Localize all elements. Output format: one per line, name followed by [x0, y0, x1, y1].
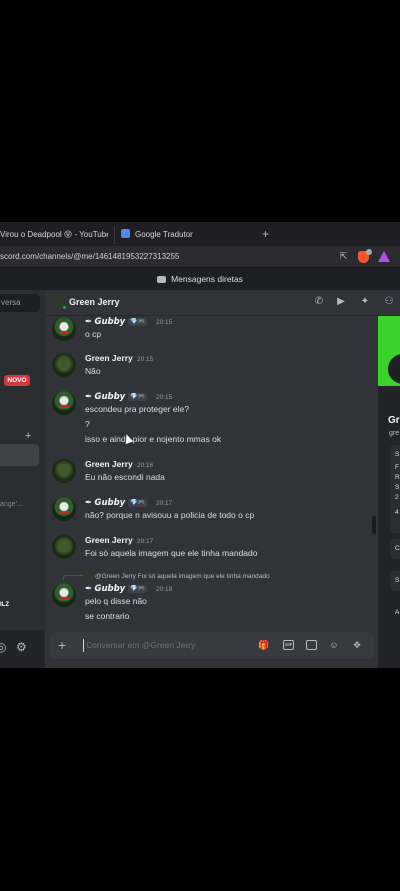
user-badge: 💎🎮	[128, 499, 148, 507]
sidebar-item-selected[interactable]	[0, 444, 39, 466]
profile-card-text: 4	[395, 509, 399, 516]
url-text[interactable]: scord.com/channels/@me/14614819532273132…	[0, 250, 179, 264]
message-text: Não	[85, 366, 101, 376]
find-conversation-button[interactable]: versa	[0, 294, 40, 312]
video-call-icon[interactable]: ▶	[335, 296, 347, 308]
avatar[interactable]	[52, 497, 76, 521]
user-badge: 💎🎮	[128, 585, 148, 593]
shields-badge	[366, 249, 372, 255]
user-panel: ◎ ⚙	[0, 630, 45, 668]
screenshot: Virou o Deadpool 😝 - YouTube Google Trad…	[0, 222, 400, 668]
message-text: Foi só aquela imagem que ele tinha manda…	[85, 548, 258, 558]
profile-card-text: R	[395, 474, 400, 481]
message-time: 20:18	[156, 586, 173, 593]
brave-rewards-icon[interactable]	[378, 251, 390, 262]
message-text: ?	[85, 419, 90, 429]
profile-card-text: 2	[395, 494, 399, 501]
message-author[interactable]: Green Jerry	[85, 459, 133, 470]
message-text: isso e ainda pior e nojento mmas ok	[85, 434, 222, 444]
message-time: 20:17	[156, 500, 173, 507]
message-text: Eu não escondi nada	[85, 472, 165, 482]
header-username[interactable]: Green Jerry	[69, 296, 120, 308]
profile-handle: gre	[389, 430, 400, 437]
message-time: 20:17	[137, 538, 154, 545]
profile-row-label: A	[395, 609, 400, 616]
google-translate-icon	[121, 229, 130, 238]
message-author[interactable]: Green Jerry	[85, 353, 133, 364]
avatar[interactable]	[52, 459, 76, 483]
reply-preview[interactable]: @Green Jerry Foi só aquela imagem que el…	[85, 571, 270, 582]
message-text: pelo q disse não	[85, 596, 147, 606]
create-dm-button[interactable]: +	[25, 430, 31, 442]
profile-row-label: S	[395, 577, 400, 584]
profile-card-text: S	[395, 451, 400, 458]
upload-plus-button[interactable]: +	[58, 637, 66, 653]
new-badge: NOVO	[4, 375, 30, 386]
avatar[interactable]	[52, 535, 76, 559]
scrollbar-thumb[interactable]	[372, 516, 376, 534]
reply-connector	[63, 575, 83, 581]
message-author[interactable]: ✒ 𝙂𝙪𝙗𝙗𝙮 💎🎮	[85, 316, 148, 327]
add-friends-icon[interactable]: ⚇	[383, 296, 395, 308]
message-composer: + Conversar em @Green Jerry 🎁 GIF ☺ ✥	[50, 632, 374, 659]
voice-call-icon[interactable]: ✆	[313, 296, 325, 308]
tab-google-tradutor[interactable]: Google Tradutor	[114, 226, 254, 244]
message-list: ✒ 𝙂𝙪𝙗𝙗𝙮 💎🎮 20:15 o cp Green Jerry 20:15 N…	[45, 316, 378, 635]
gif-button[interactable]: GIF	[283, 640, 294, 650]
inbox-icon	[157, 276, 167, 283]
message-author[interactable]: Green Jerry	[85, 535, 133, 546]
profile-card-text: S	[395, 484, 400, 491]
message-text: o cp	[85, 329, 102, 339]
avatar[interactable]	[52, 317, 76, 341]
dm-sidebar: versa NOVO + ange'... ◎ ⚙	[0, 290, 45, 668]
user-badge: 💎🎮	[128, 393, 148, 401]
text-caret	[83, 639, 84, 652]
message-author[interactable]: ✒ 𝙂𝙪𝙗𝙗𝙮 💎🎮	[85, 391, 148, 402]
message-text: escondeu pra proteger ele?	[85, 404, 189, 414]
message-author[interactable]: ✒ 𝙂𝙪𝙗𝙗𝙮 💎🎮	[85, 583, 148, 594]
gift-icon[interactable]: 🎁	[258, 639, 270, 651]
message-author[interactable]: ✒ 𝙂𝙪𝙗𝙗𝙮 💎🎮	[85, 497, 148, 508]
discord-title-bar: Mensagens diretas	[0, 268, 400, 290]
message-input[interactable]: Conversar em @Green Jerry	[86, 640, 195, 651]
message-time: 20:15	[137, 356, 154, 363]
reply-avatar	[85, 571, 93, 579]
avatar[interactable]	[52, 391, 76, 415]
headset-icon[interactable]: ◎	[0, 640, 6, 654]
settings-gear-icon[interactable]: ⚙	[16, 640, 27, 654]
pinned-messages-icon[interactable]: ✦	[359, 296, 371, 308]
tab-youtube[interactable]: Virou o Deadpool 😝 - YouTube	[0, 226, 108, 244]
avatar[interactable]	[52, 583, 76, 607]
emoji-icon[interactable]: ☺	[328, 639, 340, 651]
title-label: Mensagens diretas	[171, 274, 243, 284]
apps-icon[interactable]: ✥	[351, 639, 363, 651]
user-badge: 💎🎮	[128, 318, 148, 326]
browser-tab-bar: Virou o Deadpool 😝 - YouTube Google Trad…	[0, 222, 400, 246]
profile-name: Gr	[388, 415, 400, 426]
profile-card-text: F	[395, 464, 399, 471]
online-status-icon	[62, 305, 67, 310]
share-icon[interactable]: ⇱	[338, 251, 349, 262]
user-name-fragment: ILZ	[0, 602, 9, 608]
chat-header: Green Jerry ✆ ▶ ✦ ⚇	[45, 290, 400, 316]
message-text: se contrario	[85, 611, 130, 621]
avatar[interactable]	[52, 353, 76, 377]
sticker-icon[interactable]	[306, 640, 317, 650]
address-bar[interactable]: scord.com/channels/@me/14614819532273132…	[0, 246, 400, 268]
message-time: 20:15	[156, 394, 173, 401]
sidebar-item-status: ange'...	[0, 501, 23, 508]
message-text: não? porque n avisouu a policia de todo …	[85, 510, 255, 520]
message-time: 20:16	[137, 462, 154, 469]
new-tab-button[interactable]: +	[262, 226, 269, 242]
profile-row-label: C	[395, 545, 400, 552]
profile-panel: Gr gre S F R S 2 4 C S A	[378, 316, 400, 668]
message-time: 20:15	[156, 319, 173, 326]
